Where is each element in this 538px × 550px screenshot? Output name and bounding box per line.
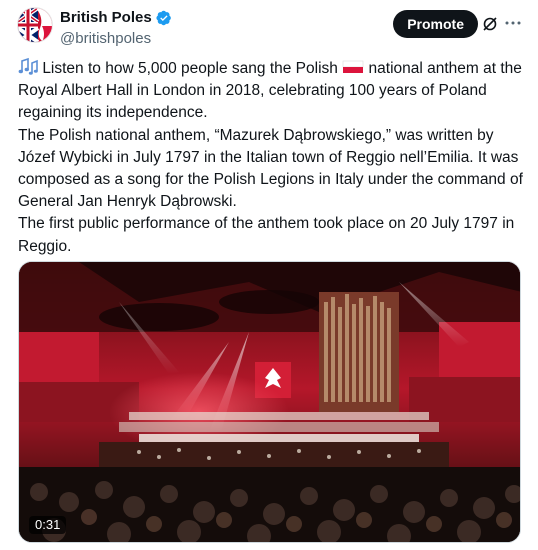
promote-button[interactable]: Promote — [393, 10, 478, 38]
author-handle[interactable]: @britishpoles — [60, 29, 172, 49]
display-name[interactable]: British Poles — [60, 8, 152, 28]
grok-icon[interactable] — [482, 16, 498, 32]
author-names: British Poles @britishpoles — [60, 8, 172, 49]
video-player[interactable]: 0:31 — [18, 261, 521, 543]
avatar-image — [18, 8, 52, 42]
video-duration-badge: 0:31 — [29, 516, 67, 534]
more-dots-icon[interactable] — [504, 14, 522, 32]
display-name-row: British Poles — [60, 8, 172, 28]
tweet: British Poles @britishpoles Promote List… — [0, 0, 538, 550]
tweet-paragraph-2: The Polish national anthem, “Mazurek Dąb… — [18, 126, 523, 211]
tweet-header: British Poles @britishpoles Promote — [18, 8, 522, 50]
tweet-text-p1-a: Listen to how 5,000 people sang the Poli… — [42, 60, 338, 77]
music-notes-emoji-icon — [18, 57, 38, 75]
poland-flag-icon — [342, 60, 364, 73]
tweet-paragraph-1: Listen to how 5,000 people sang the Poli… — [18, 57, 528, 125]
tweet-paragraph-3: The first public performance of the anth… — [18, 215, 515, 255]
verified-badge-icon — [156, 10, 171, 26]
video-thumbnail — [19, 262, 520, 542]
tweet-text: Listen to how 5,000 people sang the Poli… — [18, 57, 528, 258]
avatar[interactable] — [18, 8, 52, 42]
